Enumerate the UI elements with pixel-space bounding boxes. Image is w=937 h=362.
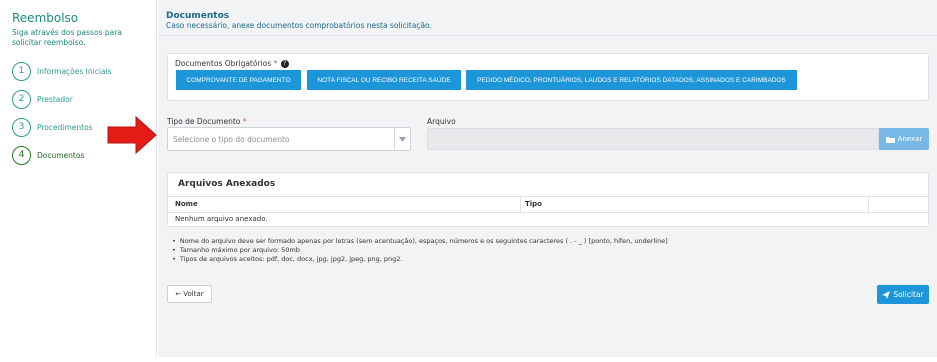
submit-button-label: Solicitar — [893, 290, 924, 299]
doc-type-label: Tipo de Documento * — [167, 117, 247, 126]
sidebar-subtitle: Siga através dos passos para solicitar r… — [12, 28, 122, 47]
chevron-down-icon[interactable] — [394, 128, 410, 150]
step-number: 2 — [12, 89, 31, 109]
column-header-nome: Nome — [175, 200, 198, 208]
help-icon[interactable]: ? — [280, 60, 289, 68]
step-number: 3 — [12, 117, 31, 137]
upload-rules-list: Nome do arquivo deve ser formado apenas … — [172, 237, 668, 264]
red-arrow-icon — [107, 115, 157, 155]
required-documents-text: Documentos Obrigatórios — [175, 59, 272, 68]
page-title: Documentos — [166, 11, 230, 21]
attach-button-label: Anexar — [897, 135, 923, 143]
divider — [158, 35, 937, 36]
step-label: Documentos — [37, 150, 85, 160]
step-procedimentos[interactable]: 3 Procedimentos — [12, 117, 93, 137]
column-divider — [520, 196, 521, 212]
doc-type-select[interactable]: Selecione o tipo do documento — [167, 127, 411, 151]
attached-files-panel: Arquivos Anexados Nome Tipo Nenhum arqui… — [167, 172, 929, 227]
step-number: 1 — [12, 61, 31, 81]
list-item: Tamanho máximo por arquivo: 50mb — [172, 246, 668, 255]
required-documents-label: Documentos Obrigatórios * ? — [175, 59, 289, 68]
attached-files-title: Arquivos Anexados — [178, 179, 276, 189]
step-prestador[interactable]: 2 Prestador — [12, 89, 73, 109]
divider — [168, 196, 928, 197]
back-arrow-icon: ← — [175, 290, 182, 298]
list-item: Tipos de arquivos aceitos: pdf, doc, doc… — [172, 255, 668, 264]
doc-comprovante-pagamento-button[interactable]: COMPROVANTE DE PAGAMENTO — [176, 70, 301, 90]
step-label: Informações Iniciais — [37, 66, 112, 76]
send-icon — [882, 290, 891, 299]
main-content: Documentos Caso necessário, anexe docume… — [158, 0, 937, 357]
column-divider — [868, 196, 869, 212]
empty-files-message: Nenhum arquivo anexado. — [175, 215, 268, 223]
required-mark: * — [273, 59, 278, 68]
list-item: Nome do arquivo deve ser formado apenas … — [172, 237, 668, 246]
sidebar: Reembolso Siga através dos passos para s… — [0, 0, 157, 357]
required-mark: * — [242, 117, 247, 126]
folder-icon — [885, 136, 895, 143]
step-documentos[interactable]: 4 Documentos — [12, 145, 84, 165]
divider — [168, 212, 928, 213]
doc-pedido-medico-button[interactable]: PEDIDO MÉDICO, PRONTUÁRIOS, LAUDOS E REL… — [466, 70, 797, 90]
back-button[interactable]: ← Voltar — [167, 285, 212, 303]
back-button-label: Voltar — [183, 290, 204, 298]
file-input[interactable] — [427, 128, 879, 150]
sidebar-title: Reembolso — [12, 11, 79, 25]
file-label: Arquivo — [427, 117, 456, 126]
doc-type-placeholder: Selecione o tipo do documento — [173, 135, 290, 144]
step-label: Prestador — [37, 94, 73, 104]
step-informacoes-iniciais[interactable]: 1 Informações Iniciais — [12, 61, 112, 81]
step-label: Procedimentos — [37, 122, 93, 132]
attach-button[interactable]: Anexar — [879, 128, 929, 150]
required-documents-panel: Documentos Obrigatórios * ? COMPROVANTE … — [167, 53, 929, 101]
column-header-tipo: Tipo — [525, 200, 542, 208]
page-subtitle: Caso necessário, anexe documentos compro… — [166, 21, 432, 30]
doc-type-label-text: Tipo de Documento — [167, 117, 241, 126]
submit-button[interactable]: Solicitar — [877, 285, 929, 304]
step-number: 4 — [12, 145, 31, 165]
doc-nota-fiscal-button[interactable]: NOTA FISCAL OU RECIBO RECEITA SAÚDE — [307, 70, 461, 90]
